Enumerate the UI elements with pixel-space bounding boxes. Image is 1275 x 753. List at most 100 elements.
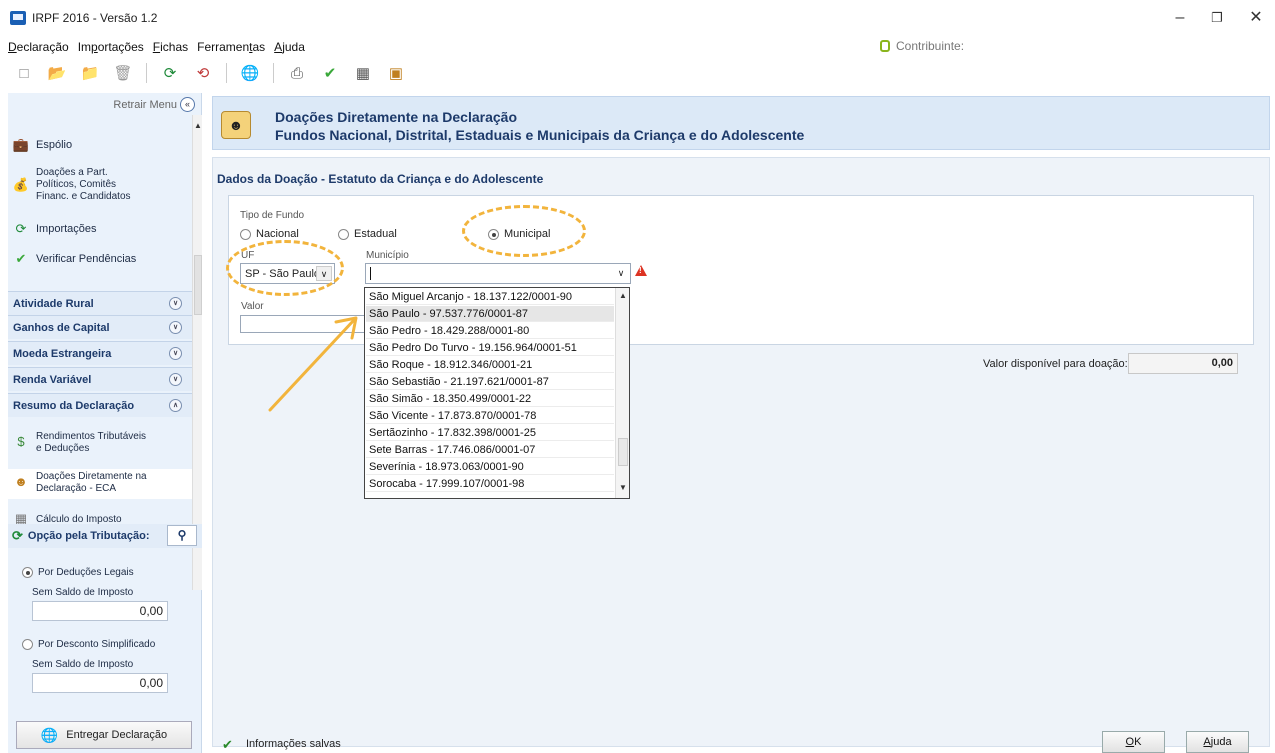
open-folder-icon[interactable]: 📂: [47, 63, 67, 83]
list-item[interactable]: São Pedro Do Turvo - 19.156.964/0001-51: [366, 340, 614, 356]
radio-label: Por Deduções Legais: [38, 567, 134, 578]
retrair-menu-label: Retrair Menu: [113, 98, 177, 111]
list-item[interactable]: São Pedro - 18.429.288/0001-80: [366, 323, 614, 339]
collapse-icon[interactable]: ∧: [169, 399, 182, 412]
sidebar-category-ganhos-capital[interactable]: Ganhos de Capital ∨: [8, 315, 192, 339]
close-button[interactable]: ✕: [1236, 6, 1275, 30]
scroll-up-icon[interactable]: ▲: [617, 291, 629, 303]
money-bag-icon: 💰: [12, 177, 30, 192]
scroll-up-icon[interactable]: ▲: [193, 121, 203, 133]
list-item[interactable]: São Simão - 18.350.499/0001-22: [366, 391, 614, 407]
scroll-down-icon[interactable]: ▼: [617, 483, 629, 495]
radio-label: Por Desconto Simplificado: [38, 639, 156, 650]
radio-estadual[interactable]: Estadual: [338, 228, 397, 240]
new-document-icon[interactable]: □: [14, 63, 34, 83]
check-icon: ✔: [15, 251, 27, 266]
globe-icon[interactable]: 🌐: [240, 63, 260, 83]
list-item[interactable]: São Sebastião - 21.197.621/0001-87: [366, 374, 614, 390]
sidebar-item-label: Espólio: [36, 139, 73, 151]
maximize-button[interactable]: ❐: [1197, 6, 1237, 30]
radio-nacional[interactable]: Nacional: [240, 228, 299, 240]
saldo-value: 0,00: [32, 673, 168, 693]
title-bar: IRPF 2016 - Versão 1.2: [0, 0, 1275, 36]
sidebar-item-label: Cálculo do Imposto: [36, 513, 122, 525]
sidebar-category-moeda-estrangeira[interactable]: Moeda Estrangeira ∨: [8, 341, 192, 365]
collapse-left-icon[interactable]: «: [180, 97, 195, 112]
ok-button[interactable]: OK: [1102, 731, 1165, 753]
opcao-title: Opção pela Tributação:: [27, 530, 150, 542]
scroll-thumb[interactable]: [194, 255, 202, 315]
text-caret: [370, 267, 371, 280]
print-icon[interactable]: ⎙: [287, 63, 307, 83]
folder-icon[interactable]: 📁: [80, 63, 100, 83]
sidebar-item-doacoes-partidos[interactable]: 💰 Doações a Part. Políticos, Comitês Fin…: [12, 167, 131, 203]
list-item[interactable]: Sete Barras - 17.746.086/0001-07: [366, 442, 614, 458]
toolbar-separator: [226, 63, 227, 83]
sidebar-item-doacoes-eca[interactable]: ☻ Doações Diretamente na Declaração - EC…: [12, 471, 146, 495]
dropdown-scrollbar[interactable]: ▲ ▼: [615, 288, 629, 498]
entregar-declaracao-button[interactable]: 🌐 Entregar Declaração: [16, 721, 192, 749]
list-item[interactable]: São Miguel Arcanjo - 18.137.122/0001-90: [366, 289, 614, 305]
chevron-down-icon[interactable]: ∨: [614, 266, 628, 281]
municipio-label: Município: [366, 250, 409, 261]
trash-icon[interactable]: 🗑: [113, 63, 133, 83]
expand-icon[interactable]: ∨: [169, 347, 182, 360]
category-label: Atividade Rural: [13, 297, 94, 310]
menu-ferramentas[interactable]: Ferramentas: [197, 40, 265, 54]
calculator-icon[interactable]: ▦: [353, 63, 373, 83]
radio-desconto-simplificado[interactable]: Por Desconto Simplificado: [22, 639, 155, 650]
menu-fichas[interactable]: Fichas: [153, 40, 188, 54]
list-item[interactable]: Sorocaba - 17.999.107/0001-98: [366, 476, 614, 492]
category-label: Resumo da Declaração: [13, 399, 135, 412]
radio-button[interactable]: [338, 228, 349, 240]
children-icon: ☻: [14, 474, 28, 489]
scroll-thumb[interactable]: [618, 438, 628, 466]
section-title: Dados da Doação - Estatuto da Criança e …: [217, 172, 544, 186]
contribuinte-label: Contribuinte:: [896, 39, 965, 53]
list-item[interactable]: Severínia - 18.973.063/0001-90: [366, 459, 614, 475]
window-title: IRPF 2016 - Versão 1.2: [32, 11, 158, 25]
sidebar-category-renda-variavel[interactable]: Renda Variável ∨: [8, 367, 192, 391]
category-label: Ganhos de Capital: [13, 321, 110, 334]
municipio-combobox[interactable]: ∨: [365, 263, 631, 284]
toolbar-separator: [146, 63, 147, 83]
search-icon[interactable]: ⚲: [167, 525, 197, 546]
check-icon[interactable]: ✔: [320, 63, 340, 83]
list-item-highlighted[interactable]: São Paulo - 97.537.776/0001-87: [366, 306, 614, 322]
category-label: Renda Variável: [13, 373, 92, 386]
menu-declaracao[interactable]: Declaração: [8, 40, 69, 54]
export-icon[interactable]: ⟲: [193, 63, 213, 83]
sidebar-item-verificar-pendencias[interactable]: ✔ Verificar Pendências: [12, 251, 137, 267]
ajuda-button[interactable]: Ajuda: [1186, 731, 1249, 753]
import-icon[interactable]: ⟳: [160, 63, 180, 83]
tipo-fundo-label: Tipo de Fundo: [240, 210, 305, 221]
expand-icon[interactable]: ∨: [169, 321, 182, 334]
sidebar-scrollbar[interactable]: ▲ ▼: [192, 115, 202, 590]
sidebar: Retrair Menu « ▲ ▼ 💼 Espólio 💰 Doações a…: [8, 93, 202, 753]
radio-label: Nacional: [256, 228, 299, 240]
municipio-dropdown-list[interactable]: São Miguel Arcanjo - 18.137.122/0001-90 …: [364, 287, 630, 499]
list-item[interactable]: São Roque - 18.912.346/0001-21: [366, 357, 614, 373]
radio-deducoes-legais[interactable]: Por Deduções Legais: [22, 567, 134, 578]
radio-button[interactable]: [240, 228, 251, 240]
help-book-icon[interactable]: ▣: [386, 63, 406, 83]
radio-button[interactable]: [22, 567, 33, 578]
minimize-button[interactable]: –: [1160, 6, 1200, 30]
toolbar-separator: [273, 63, 274, 83]
retrair-menu[interactable]: Retrair Menu «: [113, 97, 195, 112]
sidebar-item-espolio[interactable]: 💼 Espólio: [12, 137, 72, 153]
menu-importacoes[interactable]: Importações: [78, 40, 144, 54]
sidebar-item-rendimentos-tributaveis[interactable]: $ Rendimentos Tributáveis e Deduções: [12, 431, 146, 455]
sidebar-category-resumo-declaracao[interactable]: Resumo da Declaração ∧: [8, 393, 192, 417]
list-item[interactable]: São Vicente - 17.873.870/0001-78: [366, 408, 614, 424]
status-label: Informações salvas: [246, 738, 341, 750]
expand-icon[interactable]: ∨: [169, 297, 182, 310]
menu-ajuda[interactable]: Ajuda: [274, 40, 305, 54]
list-item[interactable]: Sertãozinho - 17.832.398/0001-25: [366, 425, 614, 441]
sidebar-category-atividade-rural[interactable]: Atividade Rural ∨: [8, 291, 192, 315]
globe-icon: 🌐: [40, 726, 59, 743]
radio-label: Estadual: [354, 228, 397, 240]
sidebar-item-importacoes[interactable]: ⟳ Importações: [12, 221, 97, 237]
radio-button[interactable]: [22, 639, 33, 650]
expand-icon[interactable]: ∨: [169, 373, 182, 386]
